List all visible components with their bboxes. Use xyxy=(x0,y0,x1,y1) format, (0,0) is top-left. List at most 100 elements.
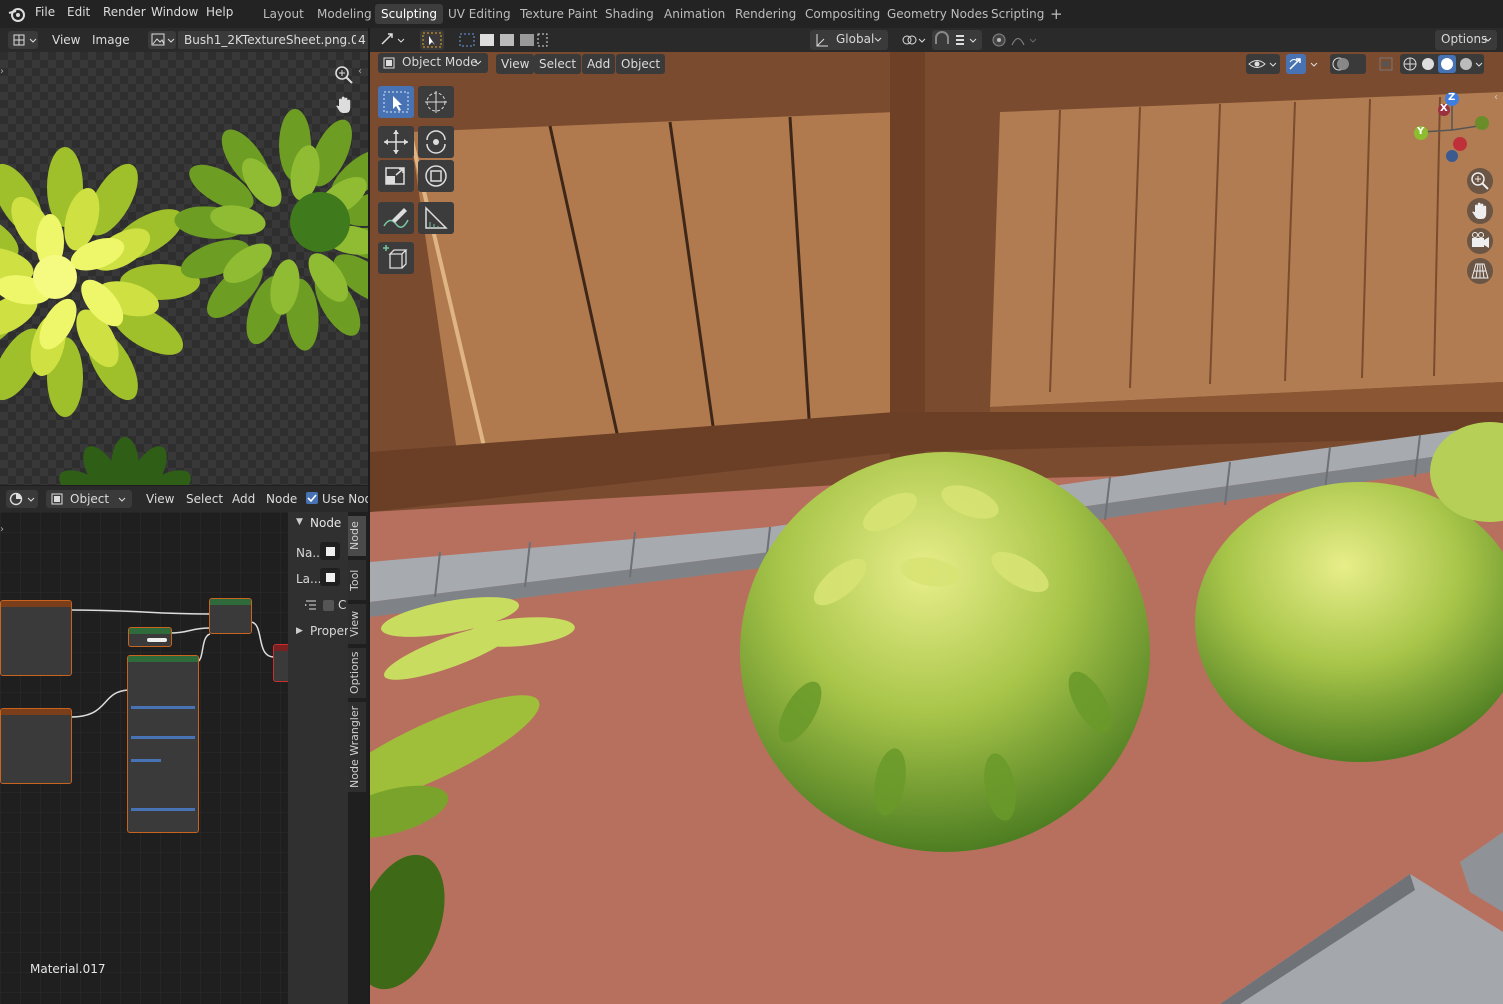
tab-sculpting[interactable]: Sculpting xyxy=(375,4,444,24)
proportional-edit-icon[interactable] xyxy=(990,30,1040,50)
viewport-pan-icon[interactable] xyxy=(1467,198,1493,224)
node-canvas[interactable] xyxy=(0,512,291,1004)
node-label-label: La... xyxy=(296,572,322,586)
viewport-select-menu[interactable]: Select xyxy=(534,54,582,74)
viewport-sidebar-expand-icon[interactable]: ‹ xyxy=(1494,92,1498,103)
list-icon[interactable] xyxy=(304,598,318,612)
image-texture-node-1[interactable] xyxy=(0,600,72,676)
properties-section-title[interactable]: Proper xyxy=(310,624,349,638)
tab-rendering[interactable]: Rendering xyxy=(729,4,802,24)
node-add-menu[interactable]: Add xyxy=(232,490,255,508)
zoom-icon[interactable] xyxy=(333,64,355,86)
menu-edit[interactable]: Edit xyxy=(67,5,90,19)
node-label-field[interactable] xyxy=(320,568,340,586)
node-sidebar-panel: ▼ Node Na... La... C ▶ Proper xyxy=(288,512,349,1004)
transform-tool[interactable] xyxy=(418,160,454,192)
perspective-toggle-icon[interactable] xyxy=(1467,258,1493,284)
tab-animation[interactable]: Animation xyxy=(658,4,731,24)
sidetab-tool[interactable]: Tool xyxy=(348,560,366,600)
transform-orientation-label: Global xyxy=(836,32,875,46)
image-texture-node-2[interactable] xyxy=(0,708,72,784)
tab-shading[interactable]: Shading xyxy=(599,4,660,24)
tab-texture-paint[interactable]: Texture Paint xyxy=(514,4,603,24)
tab-layout[interactable]: Layout xyxy=(257,4,310,24)
image-view-menu[interactable]: View xyxy=(52,31,80,49)
node-node-menu[interactable]: Node xyxy=(266,490,297,508)
options-label: Options xyxy=(1441,32,1488,46)
shader-type-dropdown[interactable]: Object xyxy=(46,490,132,508)
cursor-tool[interactable] xyxy=(418,86,454,118)
menu-window[interactable]: Window xyxy=(151,5,198,19)
select-box-tool[interactable] xyxy=(378,86,414,118)
image-image-menu[interactable]: Image xyxy=(92,31,130,49)
move-tool[interactable] xyxy=(378,126,414,158)
tab-scripting[interactable]: Scripting xyxy=(985,4,1050,24)
node-editor-type-icon[interactable] xyxy=(6,490,38,508)
node-view-menu[interactable]: View xyxy=(146,490,174,508)
viewport-zoom-icon[interactable] xyxy=(1467,168,1493,194)
use-nodes-label: Use Node xyxy=(322,492,368,506)
tab-geometry-nodes[interactable]: Geometry Nodes xyxy=(881,4,994,24)
hand-pan-icon[interactable] xyxy=(333,94,355,116)
navigation-gizmo[interactable]: Z Y X xyxy=(1410,90,1490,170)
overlay-icon[interactable] xyxy=(1330,54,1366,74)
camera-view-icon[interactable] xyxy=(1467,228,1493,254)
annotate-tool[interactable] xyxy=(378,202,414,234)
viewport-object-menu[interactable]: Object xyxy=(616,54,666,74)
measure-tool[interactable] xyxy=(418,202,454,234)
node-name-field[interactable] xyxy=(320,542,340,560)
add-cube-tool[interactable] xyxy=(378,242,414,274)
3d-viewport[interactable]: Object Mode View Select Add Object Z Y X… xyxy=(370,52,1503,1004)
shading-mode-buttons[interactable] xyxy=(1400,54,1484,74)
selection-mode-icons[interactable] xyxy=(458,30,548,50)
tool-settings-bar: Global Options xyxy=(370,28,1503,52)
active-tool-icon[interactable] xyxy=(420,30,444,50)
sidetab-node-wrangler[interactable]: Node Wrangler xyxy=(348,702,366,792)
node-editor-header: Object View Select Add Node Use Node xyxy=(0,486,368,512)
gizmo-y-label: Y xyxy=(1417,126,1425,137)
blender-logo-icon[interactable] xyxy=(8,5,26,23)
transform-orientation-dropdown[interactable]: Global xyxy=(810,30,888,50)
image-name-field[interactable]: Bush1_2KTextureSheet.png.001 xyxy=(178,31,368,49)
translucent-node[interactable] xyxy=(128,627,172,647)
xray-icon[interactable] xyxy=(1376,54,1396,74)
menu-render[interactable]: Render xyxy=(103,5,146,19)
sidetab-view[interactable]: View xyxy=(348,604,366,644)
add-workspace-button[interactable]: + xyxy=(1044,4,1069,24)
tab-compositing[interactable]: Compositing xyxy=(799,4,886,24)
options-dropdown[interactable]: Options xyxy=(1435,30,1497,50)
visibility-eye-icon[interactable] xyxy=(1246,54,1280,74)
gizmo-toggle-icon[interactable] xyxy=(1286,54,1306,74)
node-select-menu[interactable]: Select xyxy=(186,490,223,508)
mix-shader-node[interactable] xyxy=(209,598,252,634)
node-panel-collapse-icon[interactable]: ▼ xyxy=(296,517,303,527)
toolbar-expand-icon[interactable]: › xyxy=(0,66,4,77)
image-canvas[interactable] xyxy=(0,52,368,485)
use-nodes-checkbox[interactable] xyxy=(306,492,318,504)
snap-icon[interactable] xyxy=(932,30,982,50)
menu-help[interactable]: Help xyxy=(206,5,233,19)
viewport-add-menu[interactable]: Add xyxy=(582,54,616,74)
tab-modeling[interactable]: Modeling xyxy=(311,4,378,24)
sidetab-options[interactable]: Options xyxy=(348,648,366,698)
viewport-view-menu[interactable]: View xyxy=(496,54,535,74)
properties-expand-icon[interactable]: ▶ xyxy=(296,626,303,636)
image-users-count[interactable]: 4 xyxy=(356,31,368,49)
editor-type-icon[interactable] xyxy=(8,31,38,49)
scale-tool[interactable] xyxy=(378,160,414,192)
tool-settings-icon[interactable] xyxy=(378,30,408,50)
material-name-label: Material.017 xyxy=(30,962,106,976)
tab-uv-editing[interactable]: UV Editing xyxy=(442,4,517,24)
sidebar-expand-icon[interactable]: ‹ xyxy=(358,66,362,77)
node-panel-title[interactable]: Node xyxy=(310,516,341,530)
object-mode-dropdown[interactable]: Object Mode xyxy=(378,53,488,73)
pivot-point-icon[interactable] xyxy=(898,30,928,50)
node-toolbar-expand-icon[interactable]: › xyxy=(0,524,4,535)
gizmo-dropdown-icon[interactable] xyxy=(1308,54,1324,74)
sidetab-node[interactable]: Node xyxy=(348,516,366,556)
principled-bsdf-node[interactable] xyxy=(127,655,199,833)
image-browse-icon[interactable] xyxy=(148,31,176,49)
menu-file[interactable]: File xyxy=(35,5,55,19)
node-color-checkbox[interactable] xyxy=(323,600,334,611)
rotate-tool[interactable] xyxy=(418,126,454,158)
